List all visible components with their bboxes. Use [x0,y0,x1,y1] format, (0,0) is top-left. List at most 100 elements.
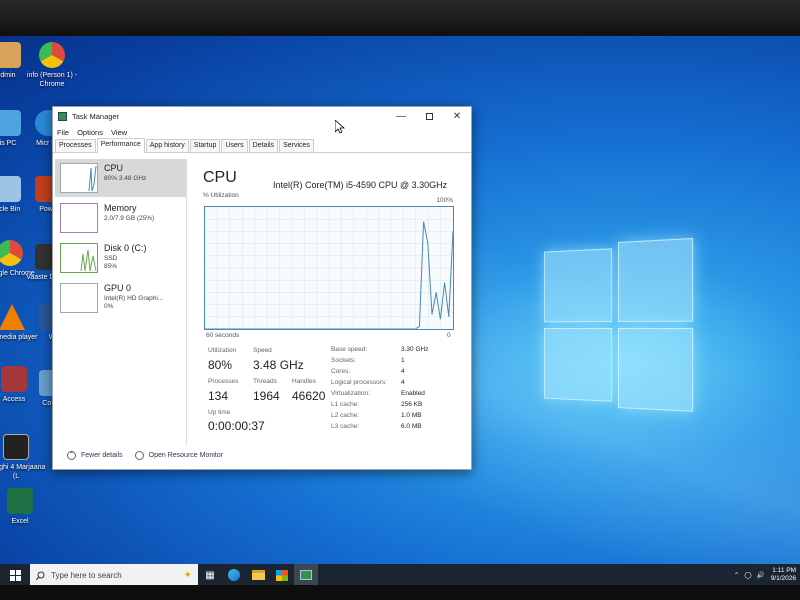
title-bar[interactable]: Task Manager — ✕ [53,107,471,125]
memory-thumbnail-graph [60,203,98,233]
fewer-details-link[interactable]: Fewer details [81,452,123,459]
spec-value-l3-cache: 6.0 MB [401,423,422,430]
task-view-icon: ▦ [205,569,215,581]
speed-label: Speed [253,347,272,354]
utilization-max-label: 100% [436,197,453,204]
taskbar-store-button[interactable] [270,564,294,586]
windows-start-icon [9,569,21,581]
close-button[interactable]: ✕ [443,107,471,125]
monitor-bezel-bottom [0,585,800,600]
handles-value: 46620 [292,389,326,403]
threads-value: 1964 [253,389,280,403]
resource-memory[interactable]: Memory 2.0/7.9 GB (25%) [55,199,186,237]
spec-label-l2-cache: L2 cache: [331,412,360,419]
resource-monitor-icon [134,451,144,460]
desktop-icon-baaghi[interactable]: Baaghi 4 Marjaana (L [0,434,46,481]
minimize-icon: — [396,110,406,122]
desktop-icon-chrome-person[interactable]: info (Person 1) - Chrome [22,42,82,89]
spec-label-l3-cache: L3 cache: [331,423,360,430]
mouse-cursor-icon [335,120,345,134]
utilization-value: 80% [208,358,233,372]
maximize-icon [425,112,433,120]
resource-cpu[interactable]: CPU 80% 3.48 GHz [55,159,186,197]
spec-value-l1-cache: 256 KB [401,401,423,408]
tab-startup[interactable]: Startup [189,139,221,152]
gpu-thumbnail-graph [60,283,98,313]
network-icon[interactable]: ◯ [744,571,751,579]
monitor-bezel-top [0,0,800,40]
resource-sidebar: CPU 80% 3.48 GHz Memory 2.0/7.9 GB (25%)… [55,159,187,445]
spec-value-logical-processors: 4 [401,379,405,386]
desktop-icon-excel[interactable]: Excel [0,488,50,526]
taskbar-task-manager-button[interactable] [294,564,318,586]
spec-label-virtualization: Virtualization: [331,390,370,397]
spec-value-l2-cache: 1.0 MB [401,412,422,419]
resource-gpu[interactable]: GPU 0 Intel(R) HD Graphi... 0% [55,279,186,317]
threads-label: Threads [253,378,277,385]
task-manager-window[interactable]: Task Manager — ✕ File Options View Proce… [52,106,472,470]
clock[interactable]: 1:11 PM 9/1/2026 [771,567,796,583]
clock-date: 9/1/2026 [770,575,796,582]
task-manager-icon [300,570,312,580]
spec-label-sockets: Sockets: [331,357,356,364]
resource-disk[interactable]: Disk 0 (C:) SSD 85% [55,239,186,277]
cpu-utilization-graph [204,206,454,330]
processes-label: Processes [208,378,239,385]
utilization-axis-label: % Utilization [203,192,239,199]
taskbar-explorer-button[interactable] [246,564,270,586]
cpu-model-name: Intel(R) Core(TM) i5-4590 CPU @ 3.30GHz [273,180,448,190]
spec-label-logical-processors: Logical processors: [331,379,387,386]
maximize-button[interactable] [415,107,443,125]
store-icon [276,569,288,581]
cpu-detail-panel: CPU Intel(R) Core(TM) i5-4590 CPU @ 3.30… [203,169,465,433]
clock-time: 1:11 PM [772,567,796,574]
volume-icon[interactable]: 🔊 [757,571,765,579]
taskbar: Type here to search ✦ ▦ ⌃ ◯ 🔊 1:11 PM 9/… [0,564,800,586]
minimize-button[interactable]: — [387,107,415,125]
close-icon: ✕ [452,110,462,122]
taskbar-edge-button[interactable] [222,564,246,586]
spec-value-cores: 4 [401,368,405,375]
uptime-label: Up time [208,409,231,416]
spec-value-sockets: 1 [401,357,405,364]
handles-label: Handles [292,378,316,385]
tab-processes[interactable]: Processes [55,139,96,152]
folder-icon [251,570,265,580]
search-icon [36,571,45,580]
taskbar-search-box[interactable]: Type here to search ✦ [30,564,198,586]
tab-users[interactable]: Users [221,139,248,152]
task-manager-icon [58,111,67,121]
processes-value: 134 [208,389,229,403]
footer-bar: ⌃ Fewer details Open Resource Monitor [67,451,223,460]
chevron-up-icon[interactable]: ⌃ [734,571,739,579]
video-file-icon [3,434,29,460]
spec-label-cores: Cores: [331,368,351,375]
time-span-label: 60 seconds [206,332,240,339]
tab-strip: Processes Performance App history Startu… [53,138,471,153]
excel-icon [7,488,33,514]
chevron-up-icon: ⌃ [67,451,76,460]
task-view-button[interactable]: ▦ [198,564,222,586]
menu-bar: File Options View [53,125,471,139]
spec-label-base-speed: Base speed: [331,346,368,353]
system-tray: ⌃ ◯ 🔊 1:11 PM 9/1/2026 [734,564,796,586]
search-placeholder: Type here to search [51,570,122,580]
menu-file[interactable]: File [57,128,69,137]
chrome-icon [39,42,65,68]
tab-details[interactable]: Details [248,139,279,152]
tab-app-history[interactable]: App history [145,139,189,152]
tab-performance[interactable]: Performance [96,138,145,153]
open-resource-monitor-link[interactable]: Open Resource Monitor [149,452,223,459]
cpu-thumbnail-graph [60,163,98,193]
cpu-graph-svg [205,207,454,330]
spec-label-l1-cache: L1 cache: [331,401,360,408]
time-end-label: 0 [447,332,451,339]
menu-view[interactable]: View [111,128,127,137]
speed-value: 3.48 GHz [253,358,304,372]
menu-options[interactable]: Options [77,128,103,137]
tab-services[interactable]: Services [279,139,314,152]
spec-value-base-speed: 3.30 GHz [401,346,429,353]
windows-logo-wallpaper [543,237,700,412]
search-highlight-icon: ✦ [183,569,192,581]
start-button[interactable] [0,564,30,586]
